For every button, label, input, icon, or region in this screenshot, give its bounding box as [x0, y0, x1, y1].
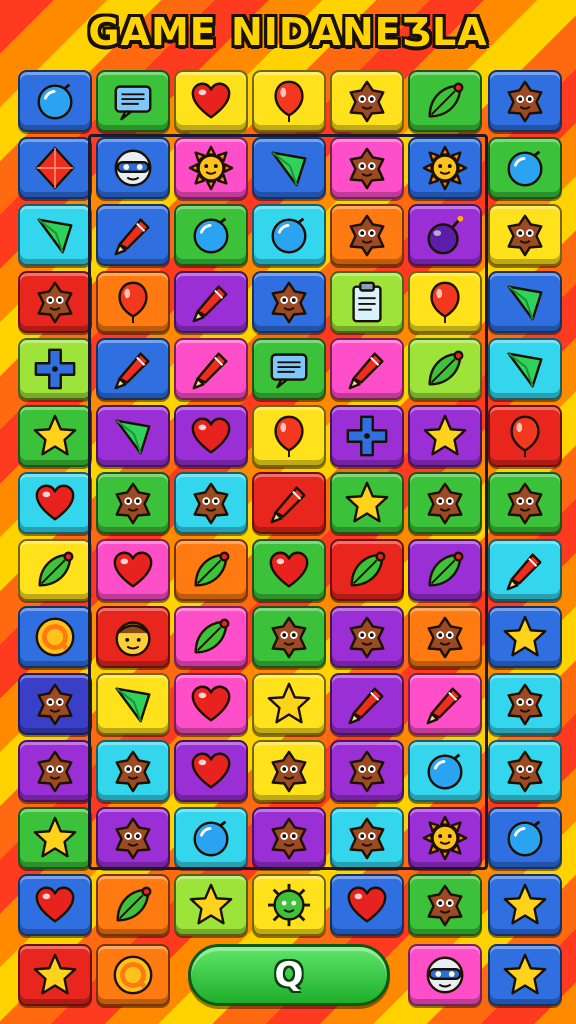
tile-r6-c6[interactable]	[488, 472, 562, 534]
leaf-icon	[422, 78, 468, 124]
leaf-icon	[32, 547, 78, 593]
tile-r10-c0[interactable]	[18, 740, 92, 802]
crayon-icon	[502, 547, 548, 593]
tile-r7-c6[interactable]	[488, 539, 562, 601]
star-icon	[32, 815, 78, 861]
star-icon	[502, 614, 548, 660]
bottom-tile-robot[interactable]	[408, 944, 482, 1006]
cookie-icon	[344, 78, 390, 124]
star-icon	[502, 882, 548, 928]
tile-r9-c0[interactable]	[18, 673, 92, 735]
tile-r1-c0[interactable]	[18, 137, 92, 199]
gem-icon	[502, 279, 548, 325]
tile-r12-c3[interactable]	[252, 874, 326, 936]
tile-r5-c6[interactable]	[488, 405, 562, 467]
tile-r12-c2[interactable]	[174, 874, 248, 936]
cookie-icon	[502, 480, 548, 526]
plus-icon	[32, 346, 78, 392]
tile-r0-c0[interactable]	[18, 70, 92, 132]
tile-r9-c6[interactable]	[488, 673, 562, 735]
tile-r0-c2[interactable]	[174, 70, 248, 132]
balloon-icon	[502, 413, 548, 459]
heart-icon	[344, 882, 390, 928]
tile-r4-c0[interactable]	[18, 338, 92, 400]
star-icon	[502, 952, 548, 998]
tile-r11-c0[interactable]	[18, 807, 92, 869]
heart-icon	[188, 78, 234, 124]
cookie-icon	[32, 748, 78, 794]
bubble-icon	[32, 78, 78, 124]
virus-icon	[266, 882, 312, 928]
leaf-icon	[110, 882, 156, 928]
tile-r3-c6[interactable]	[488, 271, 562, 333]
bubble-icon	[502, 815, 548, 861]
tile-r2-c6[interactable]	[488, 204, 562, 266]
tile-r12-c4[interactable]	[330, 874, 404, 936]
tile-r4-c6[interactable]	[488, 338, 562, 400]
bubble-icon	[502, 145, 548, 191]
bottom-tile-star[interactable]	[18, 944, 92, 1006]
tile-r12-c0[interactable]	[18, 874, 92, 936]
cookie-icon	[422, 882, 468, 928]
tile-r12-c5[interactable]	[408, 874, 482, 936]
board-frame	[88, 134, 488, 870]
tile-r7-c0[interactable]	[18, 539, 92, 601]
tile-r8-c0[interactable]	[18, 606, 92, 668]
tile-r10-c6[interactable]	[488, 740, 562, 802]
tile-r8-c6[interactable]	[488, 606, 562, 668]
tile-r0-c1[interactable]	[96, 70, 170, 132]
tile-r5-c0[interactable]	[18, 405, 92, 467]
action-button[interactable]: Q	[188, 944, 390, 1006]
gem-icon	[32, 212, 78, 258]
tile-r3-c0[interactable]	[18, 271, 92, 333]
gem-icon	[502, 346, 548, 392]
bottom-tile-star-right[interactable]	[488, 944, 562, 1006]
cookie-icon	[32, 279, 78, 325]
coin-icon	[32, 614, 78, 660]
chat-icon	[110, 78, 156, 124]
cookie-icon	[502, 212, 548, 258]
tile-r6-c0[interactable]	[18, 472, 92, 534]
star-icon	[188, 882, 234, 928]
diamond-icon	[32, 145, 78, 191]
star-icon	[32, 952, 78, 998]
cookie-icon	[32, 681, 78, 727]
coin-icon	[110, 952, 156, 998]
bottom-tile-coin[interactable]	[96, 944, 170, 1006]
tile-r1-c6[interactable]	[488, 137, 562, 199]
balloon-icon	[266, 78, 312, 124]
tile-r11-c6[interactable]	[488, 807, 562, 869]
cookie-icon	[502, 748, 548, 794]
robot-icon	[422, 952, 468, 998]
heart-icon	[32, 480, 78, 526]
tile-r0-c4[interactable]	[330, 70, 404, 132]
tile-r0-c5[interactable]	[408, 70, 482, 132]
cookie-icon	[502, 78, 548, 124]
tile-r2-c0[interactable]	[18, 204, 92, 266]
star-icon	[32, 413, 78, 459]
cookie-icon	[502, 681, 548, 727]
tile-r0-c6[interactable]	[488, 70, 562, 132]
tile-r0-c3[interactable]	[252, 70, 326, 132]
tile-r12-c1[interactable]	[96, 874, 170, 936]
tile-r12-c6[interactable]	[488, 874, 562, 936]
game-title: GAME NIDANEƷLA	[88, 10, 488, 54]
action-button-label: Q	[274, 955, 304, 995]
heart-icon	[32, 882, 78, 928]
